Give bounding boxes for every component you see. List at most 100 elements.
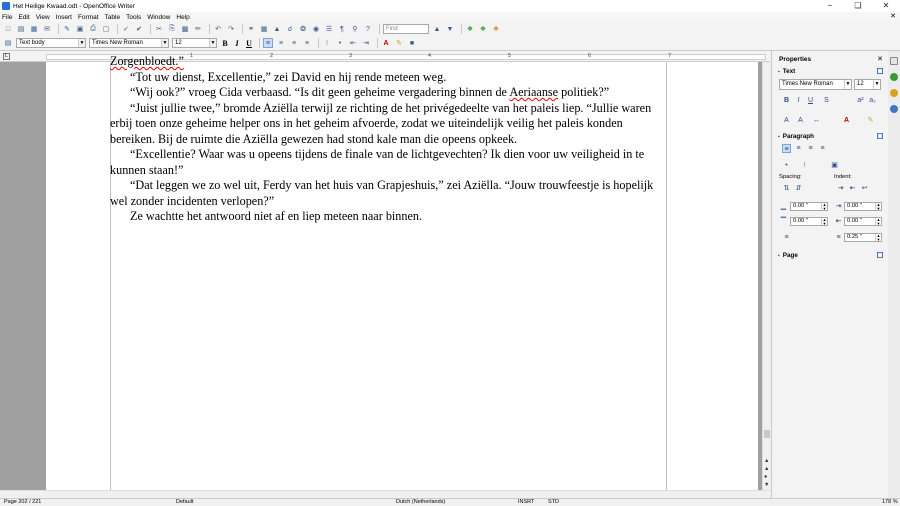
paragraph[interactable]: Zorgenbloedt.” bbox=[110, 54, 666, 70]
copy-icon[interactable]: ⎘ bbox=[167, 24, 177, 34]
background-color-icon[interactable]: ■ bbox=[407, 38, 417, 48]
paragraph-background-icon[interactable]: ▣ bbox=[830, 161, 839, 170]
extension-icon[interactable]: ❖ bbox=[491, 24, 501, 34]
highlight-icon[interactable]: ✎ bbox=[866, 116, 875, 125]
extension-icon[interactable]: ❖ bbox=[465, 24, 475, 34]
spellcheck-icon[interactable]: ✓ bbox=[121, 24, 131, 34]
bullets-icon[interactable]: • bbox=[335, 38, 345, 48]
show-draw-icon[interactable]: ▲ bbox=[272, 24, 282, 34]
navigator-icon[interactable]: ❂ bbox=[298, 24, 308, 34]
open-icon[interactable]: ▤ bbox=[16, 24, 26, 34]
menu-help[interactable]: Help bbox=[176, 14, 189, 21]
minimize-button[interactable]: − bbox=[816, 0, 844, 12]
datasources-icon[interactable]: ☰ bbox=[324, 24, 334, 34]
increase-indent-icon[interactable]: ⇥ bbox=[836, 184, 845, 193]
below-spacing-input[interactable]: 0.00 " ▲ ▼ bbox=[790, 217, 828, 226]
previous-page-icon[interactable]: ▲ bbox=[764, 466, 769, 472]
before-indent-input[interactable]: 0.00 " ▲ ▼ bbox=[844, 202, 882, 211]
find-input[interactable]: Find bbox=[383, 24, 429, 34]
close-button[interactable]: ✕ bbox=[872, 0, 900, 12]
menu-edit[interactable]: Edit bbox=[18, 14, 29, 21]
find-next-icon[interactable]: ▼ bbox=[445, 24, 455, 34]
stepper-icon[interactable]: ▲ ▼ bbox=[875, 234, 881, 241]
spacing-icon[interactable]: ↔ bbox=[812, 116, 821, 125]
stepper-icon[interactable]: ▲ ▼ bbox=[875, 218, 881, 225]
cut-icon[interactable]: ✂ bbox=[154, 24, 164, 34]
paragraph[interactable]: “Dat leggen we zo wel uit, Ferdy van het… bbox=[110, 178, 666, 209]
sidebar-align-right-icon[interactable]: ≡ bbox=[806, 144, 815, 153]
menu-format[interactable]: Format bbox=[78, 14, 99, 21]
above-spacing-input[interactable]: 0.00 " ▲ ▼ bbox=[790, 202, 828, 211]
new-document-icon[interactable]: □ bbox=[3, 24, 13, 34]
styles-tab-icon[interactable] bbox=[890, 73, 898, 81]
font-name-select[interactable]: Times New Roman ▼ bbox=[89, 38, 169, 48]
chevron-down-icon[interactable]: ▼ bbox=[873, 80, 880, 89]
superscript-icon[interactable]: a² bbox=[856, 96, 865, 105]
strikethrough-icon[interactable]: S bbox=[822, 96, 831, 105]
paragraph[interactable]: “Juist jullie twee,” bromde Aziëlla terw… bbox=[110, 101, 666, 148]
find-replace-icon[interactable]: ☌ bbox=[285, 24, 295, 34]
text-section-title[interactable]: Text bbox=[778, 68, 795, 75]
increase-indent-icon[interactable]: ⇥ bbox=[361, 38, 371, 48]
chevron-down-icon[interactable]: ▼ bbox=[209, 39, 216, 47]
paragraph[interactable]: Ze wachtte het antwoord niet af en liep … bbox=[110, 209, 666, 225]
decrease-indent-icon[interactable]: ⇤ bbox=[348, 38, 358, 48]
chevron-down-icon[interactable]: ▼ bbox=[78, 39, 85, 47]
sidebar-size-select[interactable]: 12 ▼ bbox=[854, 79, 881, 90]
stepper-icon[interactable]: ▲ ▼ bbox=[821, 203, 827, 210]
hyperlink-icon[interactable]: ⚭ bbox=[246, 24, 256, 34]
paragraph-section-title[interactable]: Paragraph bbox=[778, 133, 814, 140]
subscript-icon[interactable]: a₂ bbox=[868, 96, 877, 105]
document-page[interactable]: Zorgenbloedt.” “Tot uw dienst, Excellent… bbox=[46, 54, 758, 490]
autospellcheck-icon[interactable]: ✔ bbox=[134, 24, 144, 34]
gallery-icon[interactable]: ◉ bbox=[311, 24, 321, 34]
more-options-icon[interactable] bbox=[877, 133, 883, 139]
horizontal-scrollbar[interactable] bbox=[0, 490, 771, 498]
stepper-icon[interactable]: ▲ ▼ bbox=[875, 203, 881, 210]
menu-table[interactable]: Table bbox=[105, 14, 121, 21]
align-center-icon[interactable]: ≡ bbox=[276, 38, 286, 48]
extension-icon[interactable]: ❖ bbox=[478, 24, 488, 34]
document-text[interactable]: Zorgenbloedt.” “Tot uw dienst, Excellent… bbox=[110, 54, 666, 225]
table-icon[interactable]: ▦ bbox=[259, 24, 269, 34]
export-pdf-icon[interactable]: ▣ bbox=[75, 24, 85, 34]
nonprinting-chars-icon[interactable]: ¶ bbox=[337, 24, 347, 34]
page-section-title[interactable]: Page bbox=[778, 252, 798, 259]
shrink-font-icon[interactable]: A bbox=[796, 116, 805, 125]
navigation-icon[interactable]: ● bbox=[764, 474, 767, 480]
align-right-icon[interactable]: ≡ bbox=[289, 38, 299, 48]
hanging-indent-icon[interactable]: ↩ bbox=[860, 184, 869, 193]
menu-window[interactable]: Window bbox=[147, 14, 170, 21]
maximize-button[interactable]: ❏ bbox=[844, 0, 872, 12]
sidebar-font-select[interactable]: Times New Roman ▼ bbox=[779, 79, 852, 90]
menu-view[interactable]: View bbox=[36, 14, 50, 21]
highlight-icon[interactable]: ✎ bbox=[394, 38, 404, 48]
italic-icon[interactable]: I bbox=[794, 96, 803, 105]
bold-button[interactable]: B bbox=[220, 39, 230, 48]
menu-file[interactable]: File bbox=[2, 14, 12, 21]
page-preview-icon[interactable]: ▢ bbox=[101, 24, 111, 34]
underline-button[interactable]: U bbox=[244, 39, 254, 48]
after-indent-input[interactable]: 0.00 " ▲ ▼ bbox=[844, 217, 882, 226]
more-options-icon[interactable] bbox=[877, 68, 883, 74]
line-spacing-icon[interactable]: ≡ bbox=[782, 233, 791, 242]
save-icon[interactable]: ▦ bbox=[29, 24, 39, 34]
chevron-down-icon[interactable]: ▼ bbox=[844, 80, 851, 89]
tab-type-selector[interactable]: L bbox=[3, 53, 10, 60]
sidebar-justify-icon[interactable]: ≡ bbox=[818, 144, 827, 153]
sidebar-close-icon[interactable]: ✕ bbox=[877, 55, 883, 63]
sidebar-align-left-icon[interactable]: ≡ bbox=[782, 144, 791, 153]
scroll-up-icon[interactable]: ▲ bbox=[764, 458, 769, 464]
font-color-icon[interactable]: A bbox=[842, 116, 851, 125]
redo-icon[interactable]: ↷ bbox=[226, 24, 236, 34]
sidebar-bullets-icon[interactable]: • bbox=[782, 161, 791, 170]
menu-tools[interactable]: Tools bbox=[126, 14, 141, 21]
font-size-select[interactable]: 12 ▼ bbox=[172, 38, 217, 48]
justify-icon[interactable]: ≡ bbox=[302, 38, 312, 48]
edit-file-icon[interactable]: ✎ bbox=[62, 24, 72, 34]
next-page-icon[interactable]: ▼ bbox=[764, 482, 769, 488]
undo-icon[interactable]: ↶ bbox=[213, 24, 223, 34]
first-line-indent-input[interactable]: 0.25 " ▲ ▼ bbox=[844, 233, 882, 242]
gallery-tab-icon[interactable] bbox=[890, 89, 898, 97]
help-icon[interactable]: ? bbox=[363, 24, 373, 34]
